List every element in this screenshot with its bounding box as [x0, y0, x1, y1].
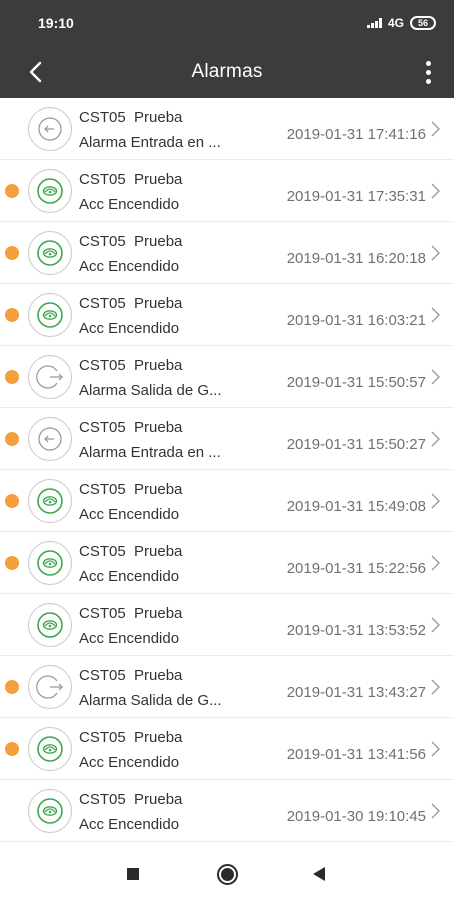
alarm-datetime: 2019-01-31 16:20:18: [286, 250, 426, 267]
chevron-right-icon: [431, 493, 440, 509]
device-name: CST05 Prueba: [79, 357, 183, 374]
alarm-datetime: 2019-01-31 17:35:31: [286, 188, 426, 205]
unread-dot: [5, 680, 19, 694]
alarm-datetime: 2019-01-31 15:50:57: [286, 374, 426, 391]
alarm-row[interactable]: CST05 Prueba Alarma Salida de G... 2019-01…: [0, 656, 454, 718]
app-bar: Alarmas: [0, 45, 454, 98]
acc-icon: [28, 541, 72, 585]
acc-icon: [28, 789, 72, 833]
acc-icon: [28, 293, 72, 337]
chevron-right-icon: [431, 121, 440, 137]
chevron-right-icon: [431, 741, 440, 757]
geofence-exit-icon: [28, 355, 72, 399]
acc-icon: [28, 169, 72, 213]
alarm-row[interactable]: CST05 Prueba Acc Encendido 2019-01-31 13:4…: [0, 718, 454, 780]
acc-icon: [28, 231, 72, 275]
unread-dot: [5, 184, 19, 198]
alarm-list: CST05 Prueba Alarma Entrada en ... 2019-01…: [0, 98, 454, 842]
system-nav-bar: [0, 846, 454, 900]
square-icon[interactable]: [127, 868, 139, 880]
page-title: Alarmas: [191, 60, 263, 82]
device-name: CST05 Prueba: [79, 481, 183, 498]
acc-icon: [28, 479, 72, 523]
device-name: CST05 Prueba: [79, 729, 183, 746]
alarm-row[interactable]: CST05 Prueba Acc Encendido 2019-01-31 17:3…: [0, 160, 454, 222]
alarm-datetime: 2019-01-31 13:43:27: [286, 684, 426, 701]
alarm-type: Acc Encendido: [79, 568, 180, 585]
device-name: CST05 Prueba: [79, 791, 183, 808]
alarm-type: Alarma Salida de G...: [79, 692, 222, 709]
status-bar: 19:10 4G 56: [0, 0, 454, 45]
triangle-back-icon[interactable]: [312, 867, 326, 881]
alarm-type: Alarma Entrada en ...: [79, 444, 221, 461]
device-name: CST05 Prueba: [79, 419, 183, 436]
alarm-datetime: 2019-01-30 19:10:45: [286, 808, 426, 825]
alarm-type: Acc Encendido: [79, 630, 180, 647]
alarm-row[interactable]: CST05 Prueba Alarma Salida de G... 2019-01…: [0, 346, 454, 408]
more-vertical-icon[interactable]: [416, 57, 440, 87]
alarm-type: Acc Encendido: [79, 754, 180, 771]
alarm-type: Alarma Salida de G...: [79, 382, 222, 399]
alarm-datetime: 2019-01-31 16:03:21: [286, 312, 426, 329]
unread-dot: [5, 246, 19, 260]
chevron-right-icon: [431, 431, 440, 447]
alarm-type: Alarma Entrada en ...: [79, 134, 221, 151]
chevron-left-icon[interactable]: [22, 58, 50, 86]
alarm-row[interactable]: CST05 Prueba Alarma Entrada en ... 2019-01…: [0, 98, 454, 160]
alarm-datetime: 2019-01-31 13:41:56: [286, 746, 426, 763]
chevron-right-icon: [431, 555, 440, 571]
alarm-datetime: 2019-01-31 13:53:52: [286, 622, 426, 639]
geofence-enter-icon: [28, 417, 72, 461]
alarm-type: Acc Encendido: [79, 320, 180, 337]
unread-dot: [5, 370, 19, 384]
alarm-row[interactable]: CST05 Prueba Acc Encendido 2019-01-31 16:2…: [0, 222, 454, 284]
geofence-enter-icon: [28, 107, 72, 151]
alarm-type: Acc Encendido: [79, 196, 180, 213]
alarm-datetime: 2019-01-31 15:22:56: [286, 560, 426, 577]
device-name: CST05 Prueba: [79, 109, 183, 126]
battery-icon: 56: [409, 15, 436, 30]
chevron-right-icon: [431, 617, 440, 633]
chevron-right-icon: [431, 803, 440, 819]
network-type: 4G: [387, 15, 404, 30]
device-name: CST05 Prueba: [79, 171, 183, 188]
unread-dot: [5, 742, 19, 756]
alarm-row[interactable]: CST05 Prueba Alarma Entrada en ... 2019-01…: [0, 408, 454, 470]
chevron-right-icon: [431, 369, 440, 385]
battery-level: 56: [417, 17, 428, 28]
geofence-exit-icon: [28, 665, 72, 709]
status-indicators: 4G 56: [366, 15, 436, 30]
device-name: CST05 Prueba: [79, 543, 183, 560]
alarm-datetime: 2019-01-31 15:50:27: [286, 436, 426, 453]
alarm-row[interactable]: CST05 Prueba Acc Encendido 2019-01-31 15:4…: [0, 470, 454, 532]
alarm-row[interactable]: CST05 Prueba Acc Encendido 2019-01-31 15:2…: [0, 532, 454, 594]
device-name: CST05 Prueba: [79, 605, 183, 622]
acc-icon: [28, 727, 72, 771]
alarm-type: Acc Encendido: [79, 258, 180, 275]
device-name: CST05 Prueba: [79, 295, 183, 312]
alarm-type: Acc Encendido: [79, 816, 180, 833]
device-name: CST05 Prueba: [79, 233, 183, 250]
alarm-datetime: 2019-01-31 17:41:16: [286, 126, 426, 143]
circle-home-icon[interactable]: [217, 864, 238, 885]
status-time: 19:10: [38, 14, 74, 31]
alarm-datetime: 2019-01-31 15:49:08: [286, 498, 426, 515]
alarm-row[interactable]: CST05 Prueba Acc Encendido 2019-01-31 16:0…: [0, 284, 454, 346]
unread-dot: [5, 556, 19, 570]
chevron-right-icon: [431, 679, 440, 695]
chevron-right-icon: [431, 245, 440, 261]
signal-icon: [366, 17, 382, 28]
alarm-row[interactable]: CST05 Prueba Acc Encendido 2019-01-31 13:5…: [0, 594, 454, 656]
chevron-right-icon: [431, 307, 440, 323]
acc-icon: [28, 603, 72, 647]
unread-dot: [5, 308, 19, 322]
chevron-right-icon: [431, 183, 440, 199]
alarm-row[interactable]: CST05 Prueba Acc Encendido 2019-01-30 19:1…: [0, 780, 454, 842]
unread-dot: [5, 432, 19, 446]
alarm-type: Acc Encendido: [79, 506, 180, 523]
device-name: CST05 Prueba: [79, 667, 183, 684]
unread-dot: [5, 494, 19, 508]
